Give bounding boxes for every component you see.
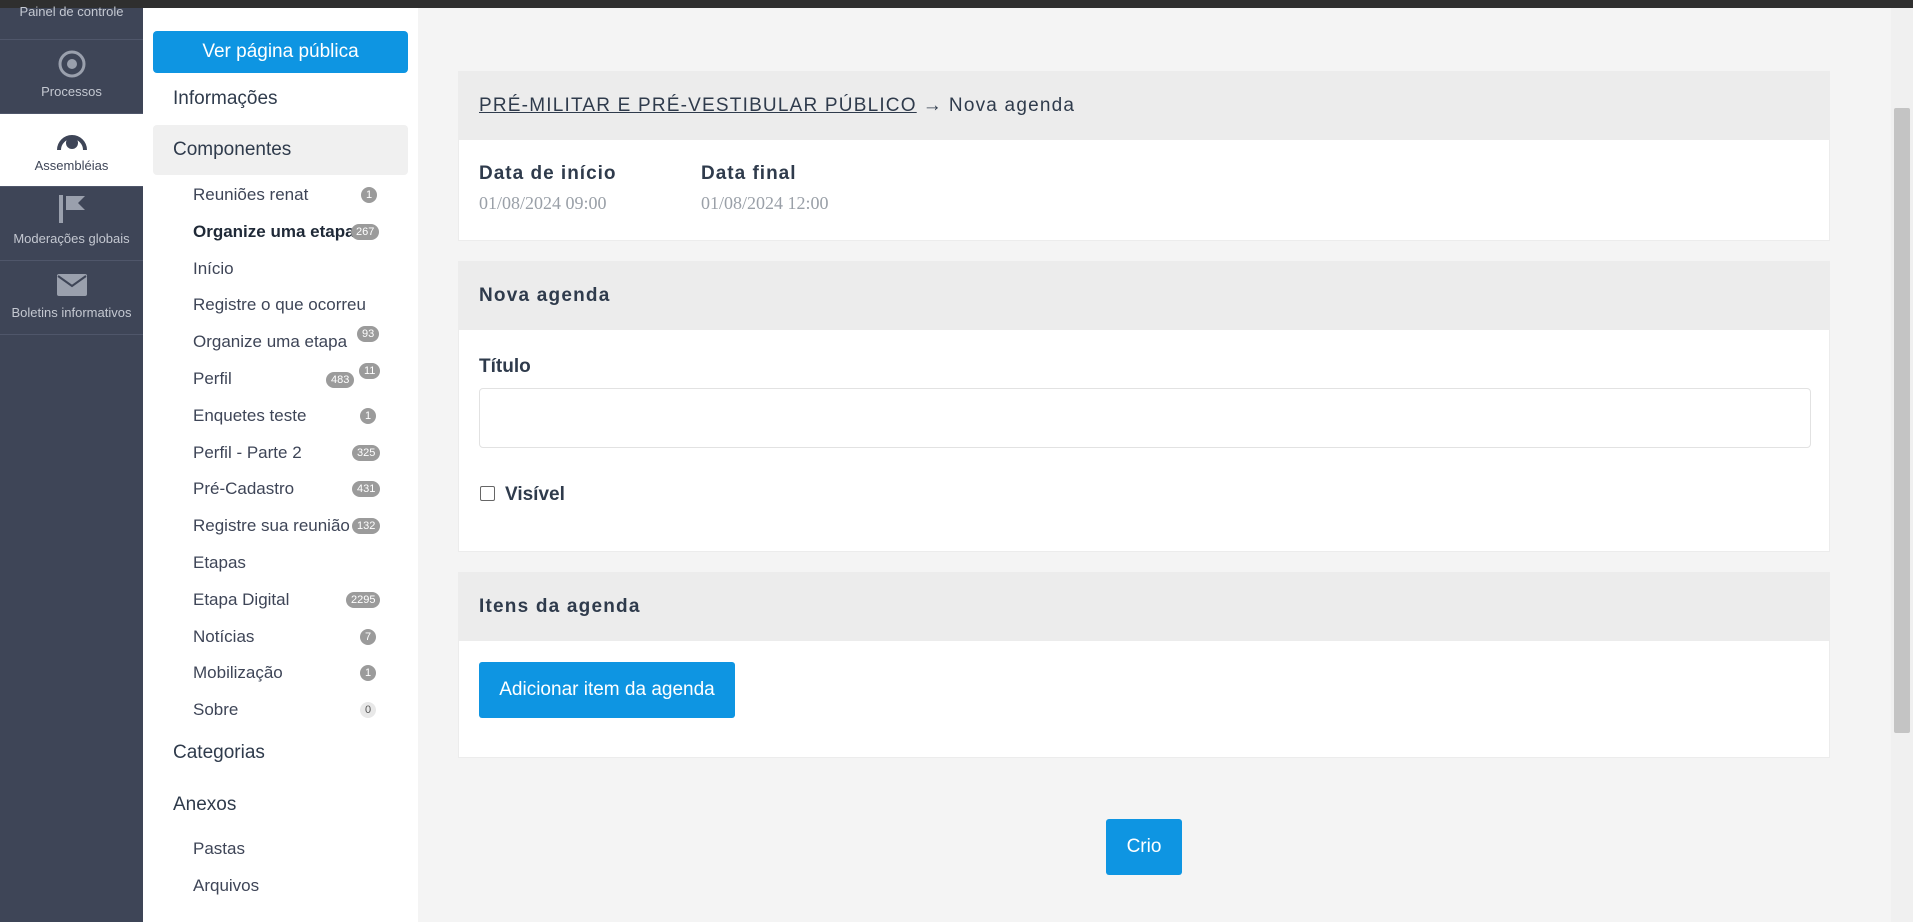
component-label: Perfil (193, 369, 232, 388)
end-date-value: 01/08/2024 12:00 (701, 193, 829, 213)
new-agenda-form: Nova agenda Título Visível (458, 261, 1830, 552)
count-badge: 325 (352, 445, 381, 461)
items-title: Itens da agenda (459, 573, 1829, 641)
component-item[interactable]: Organize uma etapa 267 (193, 220, 393, 244)
component-item[interactable]: Pré-Cadastro 431 (193, 477, 393, 501)
component-label: Registre o que ocorreu (193, 295, 366, 314)
component-label: Pré-Cadastro (193, 479, 295, 498)
start-date-label: Data de início (479, 163, 617, 184)
component-item[interactable]: Sobre 0 (193, 698, 393, 722)
count-badge: 1 (360, 408, 377, 424)
rail-item-assemblies[interactable]: Assembléias (0, 114, 143, 187)
subnav-item-label: Arquivos (193, 876, 260, 895)
rail-item-label: Processos (41, 84, 102, 99)
end-date-label: Data final (701, 163, 797, 184)
component-item[interactable]: Etapas (193, 551, 393, 575)
component-label: Organize uma etapa (193, 332, 348, 351)
count-badge: 0 (360, 702, 377, 718)
create-button[interactable]: Crio (1106, 819, 1182, 875)
count-badge: 11 (359, 363, 381, 379)
add-agenda-item-button[interactable]: Adicionar item da agenda (479, 662, 735, 718)
count-badge: 1 (361, 187, 378, 203)
component-label: Início (193, 259, 234, 278)
count-badge: 93 (357, 326, 380, 342)
agenda-summary-card: PRÉ-MILITAR E PRÉ-VESTIBULAR PÚBLICO → N… (458, 71, 1830, 241)
component-item[interactable]: Perfil 483 11 (193, 363, 393, 391)
main-rail: Painel de controle Processos Assembléias… (0, 4, 143, 922)
component-item[interactable]: Registre sua reunião 132 (193, 514, 393, 538)
component-item[interactable]: Reuniões renat 1 (193, 183, 393, 207)
component-item[interactable]: Registre o que ocorreu (193, 293, 393, 317)
assembly-icon (56, 135, 87, 151)
subnav-item-attachments[interactable]: Anexos (153, 784, 408, 826)
component-item[interactable]: Notícias 7 (193, 625, 393, 649)
breadcrumb-current: Nova agenda (948, 95, 1076, 116)
count-badge: 267 (351, 224, 380, 240)
subnav-item-label: Pastas (193, 839, 245, 858)
component-item[interactable]: Perfil - Parte 2 325 (193, 441, 393, 465)
start-date-value: 01/08/2024 09:00 (479, 193, 607, 213)
component-label: Notícias (193, 627, 255, 646)
window-top-bar (0, 0, 1913, 8)
view-public-page-button[interactable]: Ver página pública (153, 31, 408, 73)
rail-item-label: Boletins informativos (11, 305, 132, 320)
component-label: Etapas (193, 553, 246, 572)
component-label: Organize uma etapa (193, 222, 355, 241)
count-badge: 1 (360, 665, 377, 681)
rail-item-global-moderations[interactable]: Moderações globais (0, 187, 143, 261)
title-input[interactable] (479, 388, 1811, 448)
component-label: Enquetes teste (193, 406, 307, 425)
count-badge: 431 (352, 481, 381, 497)
flag-icon (58, 195, 85, 223)
rail-item-dashboard[interactable]: Painel de controle (0, 4, 143, 40)
subnav-item-components[interactable]: Componentes (153, 125, 408, 175)
subnav-item-information[interactable]: Informações (153, 74, 408, 124)
rail-item-label: Assembléias (34, 158, 109, 173)
component-item[interactable]: Organize uma etapa 93 (193, 326, 393, 354)
component-item[interactable]: Início (193, 257, 393, 281)
visible-label[interactable]: Visível (505, 484, 565, 506)
rail-item-label: Painel de controle (19, 4, 124, 19)
count-badge: 7 (360, 629, 377, 645)
count-badge: 483 (326, 372, 355, 388)
component-label: Registre sua reunião (193, 516, 350, 535)
main-content: PRÉ-MILITAR E PRÉ-VESTIBULAR PÚBLICO → N… (418, 8, 1870, 922)
subnav-item-folders[interactable]: Pastas (193, 837, 393, 861)
breadcrumb: PRÉ-MILITAR E PRÉ-VESTIBULAR PÚBLICO → N… (459, 72, 1829, 140)
subnav-item-categories[interactable]: Categorias (153, 732, 408, 774)
rail-item-processes[interactable]: Processos (0, 40, 143, 114)
subnav-item-files[interactable]: Arquivos (193, 874, 393, 898)
count-badge: 2295 (346, 592, 381, 608)
visible-checkbox[interactable] (480, 486, 495, 501)
rail-item-label: Moderações globais (13, 231, 130, 246)
component-label: Reuniões renat (193, 185, 309, 204)
component-item[interactable]: Enquetes teste 1 (193, 404, 393, 428)
title-label: Título (479, 356, 531, 377)
envelope-icon (56, 274, 87, 296)
component-label: Perfil - Parte 2 (193, 443, 302, 462)
component-label: Mobilização (193, 663, 283, 682)
scrollbar-thumb[interactable] (1894, 108, 1910, 733)
component-item[interactable]: Etapa Digital 2295 (193, 588, 393, 612)
form-title: Nova agenda (459, 262, 1829, 330)
count-badge: 132 (352, 518, 381, 534)
breadcrumb-link[interactable]: PRÉ-MILITAR E PRÉ-VESTIBULAR PÚBLICO (479, 95, 917, 117)
target-icon (58, 50, 85, 78)
component-label: Sobre (193, 700, 239, 719)
component-label: Etapa Digital (193, 590, 290, 609)
agenda-items-card: Itens da agenda Adicionar item da agenda (458, 572, 1830, 758)
arrow-right-icon: → (922, 95, 943, 116)
component-item[interactable]: Mobilização 1 (193, 661, 393, 685)
rail-item-newsletters[interactable]: Boletins informativos (0, 261, 143, 335)
assembly-subnav: Ver página pública Informações Component… (143, 8, 418, 922)
